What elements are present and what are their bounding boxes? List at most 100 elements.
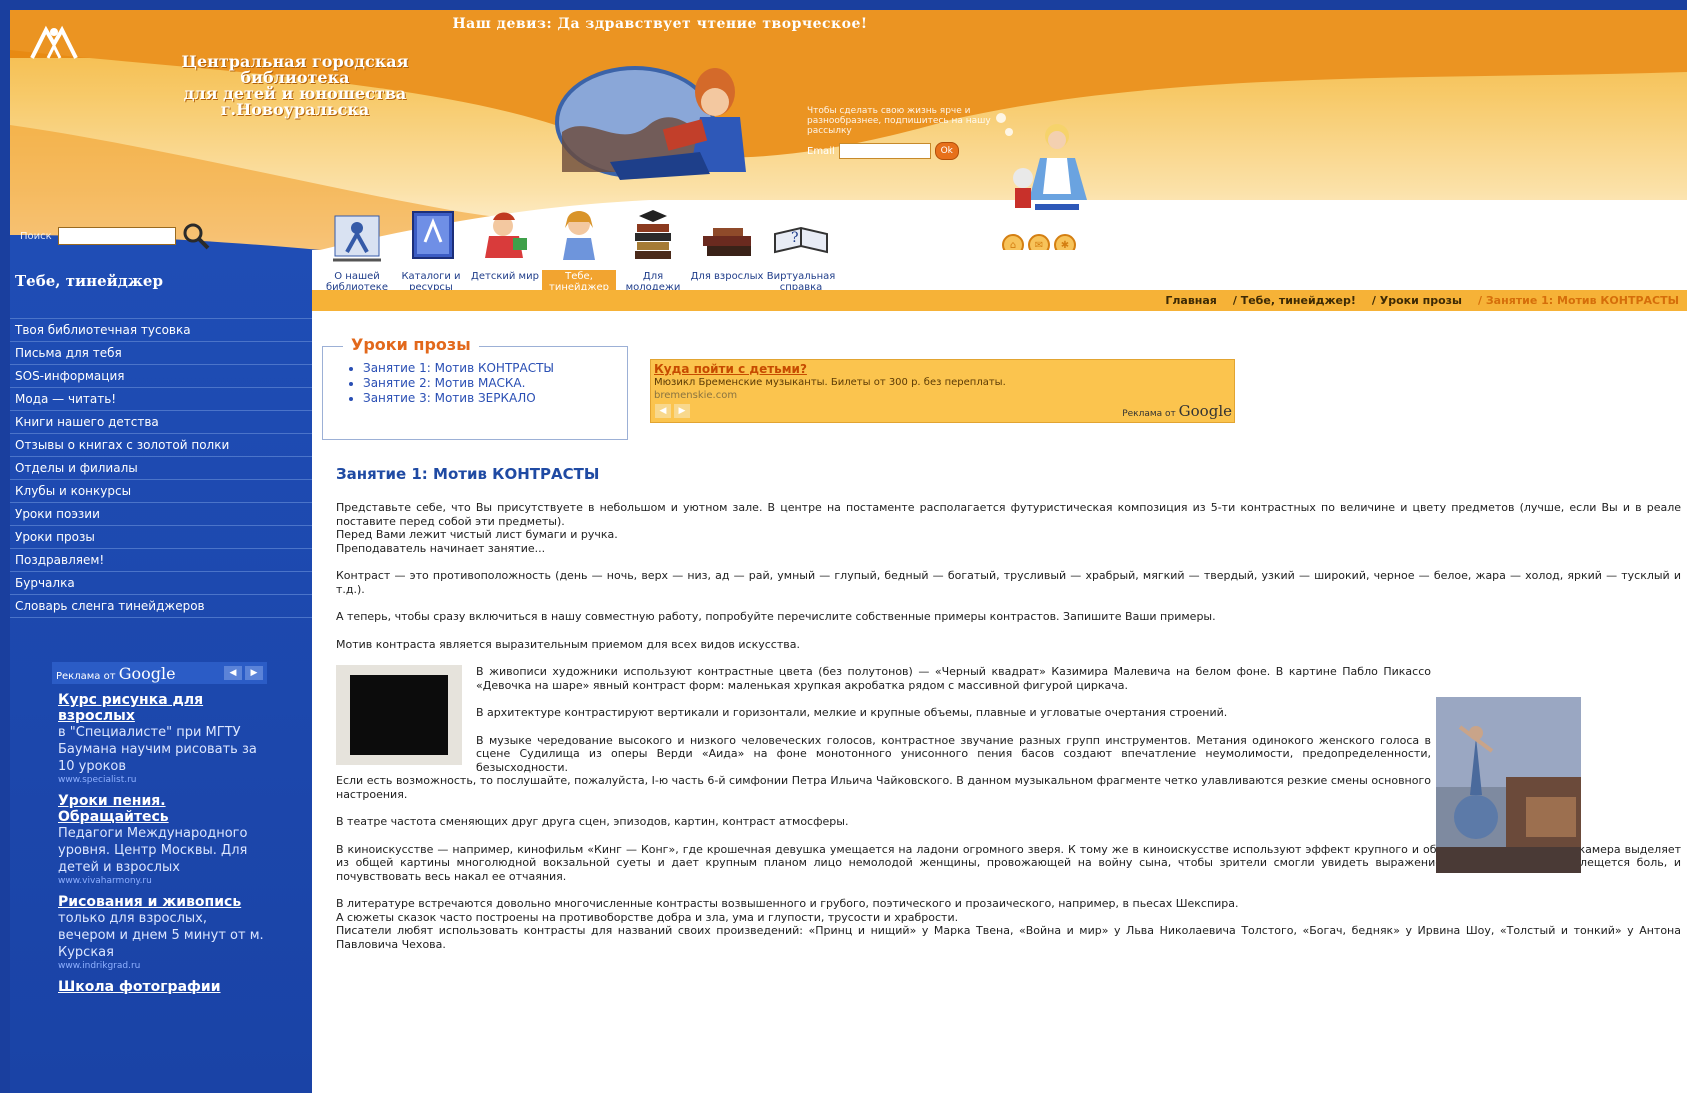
nav-about-library[interactable]: О нашей библиотеке	[320, 206, 394, 294]
teen-girl-icon	[563, 211, 595, 260]
ad-item: Курс рисунка для взрослых в "Специалисте…	[58, 692, 267, 785]
sidebar: Тебе, тинейджер Твоя библиотечная тусовк…	[10, 250, 312, 1093]
ads-header: Реклама от Google ◀ ▶	[52, 662, 267, 684]
search-input[interactable]	[57, 227, 176, 245]
sidebar-item[interactable]: Уроки поэзии	[10, 502, 312, 525]
paragraph: Контраст — это противоположность (день —…	[336, 569, 1681, 596]
sidebar-title: Тебе, тинейджер	[15, 272, 163, 290]
site-motto: Наш девиз: Да здравствует чтение творчес…	[452, 16, 868, 32]
google-logo: Google	[118, 663, 176, 683]
sidebar-item[interactable]: Бурчалка	[10, 571, 312, 594]
paragraph: Преподаватель начинает занятие...	[336, 541, 546, 555]
paragraph: В живописи художники используют контраст…	[476, 665, 1431, 692]
sidebar-item[interactable]: Письма для тебя	[10, 341, 312, 364]
email-label: Email	[807, 145, 835, 157]
magnifier-icon[interactable]	[182, 222, 210, 250]
newsletter-text: Чтобы сделать свою жизнь ярче и разнообр…	[807, 106, 991, 136]
open-book-icon: ?	[774, 226, 828, 254]
nav-youth[interactable]: Для молодежи	[616, 206, 690, 294]
home-icon[interactable]: ⌂	[1002, 234, 1024, 250]
paragraph: Мотив контраста является выразительным п…	[336, 637, 800, 651]
ads-prev-button[interactable]: ◀	[224, 666, 242, 680]
catalog-book-icon	[412, 211, 454, 259]
sidebar-item[interactable]: Отзывы о книгах с золотой полки	[10, 433, 312, 456]
sidebar-item[interactable]: SOS-информация	[10, 364, 312, 387]
breadcrumb-prose-lessons[interactable]: / Уроки прозы	[1372, 294, 1462, 307]
ad-prev-button[interactable]: ◀	[655, 404, 671, 418]
library-people-icon	[333, 215, 381, 262]
ad-title-link[interactable]: Школа фотографии	[58, 979, 267, 995]
nav-catalogs[interactable]: Каталоги и ресурсы	[394, 206, 468, 294]
main-content: Уроки прозы Занятие 1: Мотив КОНТРАСТЫ З…	[312, 311, 1687, 1093]
ad-item: Школа фотографии	[58, 979, 267, 995]
paragraph: В музыке чередование высокого и низкого …	[476, 733, 1431, 774]
nav-adults[interactable]: Для взрослых	[690, 206, 764, 294]
nav-virtual-help[interactable]: ? Виртуальная справка	[764, 206, 838, 294]
lesson-link[interactable]: Занятие 2: Мотив МАСКА.	[363, 376, 627, 391]
sidebar-item[interactable]: Поздравляем!	[10, 548, 312, 571]
newsletter-form: Email Ok	[807, 142, 992, 160]
site-header: Наш девиз: Да здравствует чтение творчес…	[10, 10, 1687, 250]
paragraph: В архитектуре контрастируют вертикали и …	[476, 706, 1228, 719]
ad-banner-url[interactable]: bremenskie.com	[654, 390, 737, 401]
article-art-section: В живописи художники используют контраст…	[336, 665, 1431, 801]
sidebar-menu: Твоя библиотечная тусовка Письма для теб…	[10, 318, 312, 618]
adult-books-icon	[703, 228, 751, 256]
subscribe-button[interactable]: Ok	[934, 142, 959, 160]
newsletter-box: Чтобы сделать свою жизнь ярче и разнообр…	[807, 106, 992, 160]
browser-page: Наш девиз: Да здравствует чтение творчес…	[10, 10, 1687, 1093]
ad-title-link[interactable]: Курс рисунка для взрослых	[58, 692, 267, 724]
lesson-link[interactable]: Занятие 1: Мотив КОНТРАСТЫ	[363, 361, 627, 376]
paragraph: Перед Вами лежит чистый лист бумаги и ру…	[336, 528, 618, 541]
mail-icon[interactable]: ✉	[1028, 234, 1050, 250]
ad-url[interactable]: www.indrikgrad.ru	[58, 961, 267, 971]
sitemap-icon[interactable]: ✱	[1054, 234, 1076, 250]
header-icons: ⌂ ✉ ✱	[1002, 234, 1076, 250]
breadcrumb-home[interactable]: Главная	[1165, 294, 1217, 307]
ad-url[interactable]: www.vivaharmony.ru	[58, 876, 267, 886]
ad-title-link[interactable]: Рисования и живопись	[58, 894, 267, 910]
ad-banner-nav: ◀ ▶	[655, 404, 690, 418]
ads-by-label: Реклама от Google	[56, 663, 176, 683]
ads-next-button[interactable]: ▶	[245, 666, 263, 680]
site-search: Поиск	[20, 222, 210, 250]
ads-by-google: Реклама от Google	[1122, 402, 1232, 420]
nav-teenager[interactable]: Тебе, тинейджер	[542, 206, 616, 294]
sidebar-item[interactable]: Клубы и конкурсы	[10, 479, 312, 502]
ad-title-link[interactable]: Уроки пения. Обращайтесь	[58, 793, 267, 825]
paragraph: Писатели любят использовать контрасты дл…	[336, 924, 1681, 951]
ads-nav: ◀ ▶	[224, 666, 263, 680]
email-field[interactable]	[838, 143, 931, 159]
ad-item: Рисования и живопись только для взрослых…	[58, 894, 267, 971]
sidebar-item[interactable]: Книги нашего детства	[10, 410, 312, 433]
paragraph: Если есть возможность, то послушайте, по…	[336, 774, 1431, 801]
ad-banner: Куда пойти с детьми? Мюзикл Бременские м…	[650, 359, 1235, 423]
article-title: Занятие 1: Мотив КОНТРАСТЫ	[336, 465, 600, 483]
ad-next-button[interactable]: ▶	[674, 404, 690, 418]
breadcrumb: Главная / Тебе, тинейджер! / Уроки прозы…	[312, 290, 1687, 311]
ad-desc: Педагоги Международного уровня. Центр Мо…	[58, 826, 248, 875]
nav-label: Детский мир	[471, 271, 539, 282]
ad-banner-title-link[interactable]: Куда пойти с детьми?	[654, 362, 807, 376]
paragraph: А сюжеты сказок часто построены на проти…	[336, 910, 959, 924]
sidebar-item[interactable]: Словарь сленга тинейджеров	[10, 594, 312, 618]
nav-kids-world[interactable]: Детский мир	[468, 206, 542, 294]
svg-text:?: ?	[791, 230, 799, 246]
kids-icon	[485, 212, 527, 258]
ad-url[interactable]: www.specialist.ru	[58, 775, 267, 785]
ad-desc: в "Специалисте" при МГТУ Баумана научим …	[58, 725, 257, 774]
library-name-line: г.Новоуральска	[220, 100, 370, 119]
sidebar-item[interactable]: Мода — читать!	[10, 387, 312, 410]
paragraph: Представьте себе, что Вы присутствуете в…	[336, 501, 1681, 528]
alice-illustration	[996, 113, 1087, 210]
search-label: Поиск	[20, 230, 52, 242]
breadcrumb-current: / Занятие 1: Мотив КОНТРАСТЫ	[1478, 294, 1679, 307]
lesson-link[interactable]: Занятие 3: Мотив ЗЕРКАЛО	[363, 391, 627, 406]
paragraph: А теперь, чтобы сразу включиться в нашу …	[336, 610, 1216, 623]
sidebar-item[interactable]: Отделы и филиалы	[10, 456, 312, 479]
sidebar-item[interactable]: Твоя библиотечная тусовка	[10, 318, 312, 341]
main-nav: О нашей библиотеке Каталоги и ресурсы Де…	[320, 206, 838, 294]
sidebar-item-prose[interactable]: Уроки прозы	[10, 525, 312, 548]
breadcrumb-teenager[interactable]: / Тебе, тинейджер!	[1233, 294, 1356, 307]
nav-label: Для взрослых	[690, 271, 764, 282]
